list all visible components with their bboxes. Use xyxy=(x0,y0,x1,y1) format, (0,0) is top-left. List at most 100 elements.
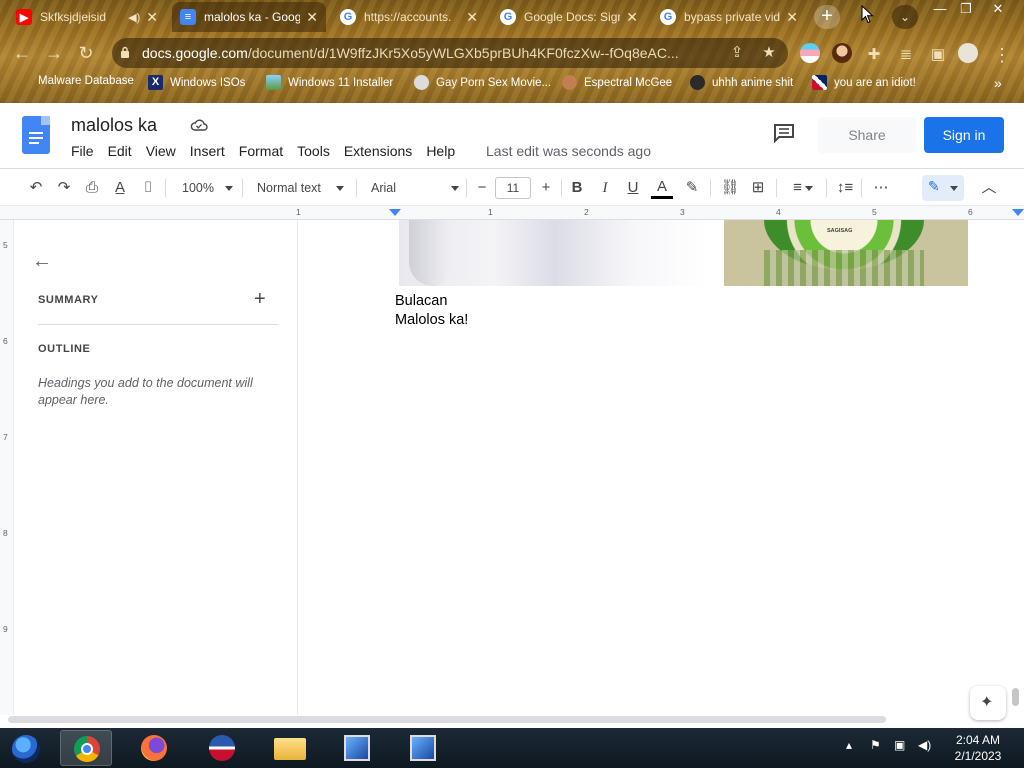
minimize-button[interactable]: — xyxy=(926,0,954,18)
left-indent-marker[interactable] xyxy=(389,209,401,216)
bold-button[interactable]: B xyxy=(566,177,588,199)
font-select[interactable]: Arial xyxy=(371,177,461,199)
zoom-select[interactable]: 100% xyxy=(182,177,234,199)
paint-format-icon[interactable]: ⌷ xyxy=(137,177,159,199)
cloud-saved-icon[interactable] xyxy=(190,118,208,132)
menu-file[interactable]: File xyxy=(71,143,94,159)
underline-button[interactable]: U xyxy=(622,177,644,199)
align-select-icon[interactable]: ≡ xyxy=(788,177,818,199)
close-icon[interactable]: ✕ xyxy=(146,9,158,26)
volume-icon[interactable]: ◀) xyxy=(918,738,931,752)
taskbar-firefox[interactable] xyxy=(128,730,180,766)
show-hidden-icons-icon[interactable]: ▴ xyxy=(846,738,852,752)
increase-font-size-button[interactable]: + xyxy=(535,177,557,199)
reload-button[interactable]: ↻ xyxy=(74,41,98,65)
share-button[interactable]: Share xyxy=(818,117,916,153)
tab-docs[interactable]: ≡ malolos ka - Google ✕ xyxy=(172,2,326,32)
bookmark-item[interactable]: Malware Database xyxy=(16,75,134,87)
last-edit-status[interactable]: Last edit was seconds ago xyxy=(486,143,651,159)
side-panel-icon[interactable]: ▣ xyxy=(926,43,950,67)
taskbar-chrome[interactable] xyxy=(60,730,112,766)
document-text-line[interactable]: Bulacan xyxy=(395,293,447,309)
menu-extensions[interactable]: Extensions xyxy=(344,143,412,159)
start-button[interactable] xyxy=(0,730,52,766)
horizontal-ruler[interactable]: 1 1 2 3 4 5 6 xyxy=(0,206,1024,220)
extensions-puzzle-icon[interactable]: ✚ xyxy=(862,43,886,67)
bookmark-item[interactable]: Gay Porn Sex Movie... xyxy=(414,75,551,90)
bookmark-item[interactable]: X Windows ISOs xyxy=(148,75,245,90)
print-icon[interactable]: ⎙ xyxy=(81,177,103,199)
close-icon[interactable]: ✕ xyxy=(786,9,798,26)
comment-history-icon[interactable] xyxy=(773,123,795,143)
extension-avatar-icon[interactable] xyxy=(832,43,852,63)
close-icon[interactable]: ✕ xyxy=(306,9,318,26)
redo-icon[interactable]: ↷ xyxy=(53,177,75,199)
font-size-input[interactable]: 11 xyxy=(495,177,531,199)
address-bar[interactable]: docs.google.com/document/d/1W9ffzJKr5Xo5… xyxy=(112,38,788,68)
network-icon[interactable]: ▣ xyxy=(894,738,905,752)
document-image-seal[interactable]: SAGISAG xyxy=(724,220,968,286)
explore-assistant-button[interactable]: ✦ xyxy=(970,686,1006,720)
share-page-icon[interactable]: ⇪ xyxy=(728,44,746,62)
text-color-button[interactable]: A xyxy=(651,177,673,199)
more-options-button[interactable]: ⋯ xyxy=(870,177,892,199)
italic-button[interactable]: I xyxy=(594,177,616,199)
media-control-icon[interactable]: ≣ xyxy=(894,43,918,67)
menu-tools[interactable]: Tools xyxy=(297,143,330,159)
menu-format[interactable]: Format xyxy=(239,143,283,159)
menu-insert[interactable]: Insert xyxy=(190,143,225,159)
undo-icon[interactable]: ↶ xyxy=(25,177,47,199)
document-canvas[interactable]: SAGISAG Bulacan Malolos ka! xyxy=(299,220,1013,715)
bookmark-item[interactable]: you are an idiot! xyxy=(812,75,916,90)
bookmark-item[interactable]: Windows 11 Installer xyxy=(266,75,393,90)
insert-link-icon[interactable]: ⛓ xyxy=(719,177,741,199)
style-select[interactable]: Normal text xyxy=(257,177,347,199)
back-button[interactable]: ← xyxy=(10,41,34,65)
menu-help[interactable]: Help xyxy=(426,143,455,159)
system-clock[interactable]: 2:04 AM 2/1/2023 xyxy=(940,732,1016,764)
chrome-menu-icon[interactable]: ⋮ xyxy=(990,43,1014,67)
document-text-line[interactable]: Malolos ka! xyxy=(395,312,468,328)
hide-menus-icon[interactable]: ︿ xyxy=(978,177,1000,199)
tab-docs-signin[interactable]: G Google Docs: Sign ✕ xyxy=(492,2,646,32)
tab-accounts[interactable]: G https://accounts. ✕ xyxy=(332,2,486,32)
more-bookmarks-button[interactable]: » xyxy=(994,75,1002,91)
close-window-button[interactable]: ✕ xyxy=(984,0,1012,18)
taskbar-edge[interactable] xyxy=(196,730,248,766)
bookmark-item[interactable]: Espectral McGee xyxy=(562,75,672,90)
right-indent-marker[interactable] xyxy=(1012,209,1024,216)
forward-button[interactable]: → xyxy=(42,41,66,65)
tab-bypass[interactable]: G bypass private vid ✕ xyxy=(652,2,806,32)
docs-logo-icon[interactable] xyxy=(22,116,50,154)
maximize-button[interactable]: ❐ xyxy=(952,0,980,18)
tab-search-button[interactable]: ⌄ xyxy=(892,5,918,29)
spellcheck-icon[interactable]: A̲ xyxy=(109,177,131,199)
vertical-scrollbar[interactable] xyxy=(1012,688,1019,706)
bookmark-item[interactable]: uhhh anime shit xyxy=(690,75,793,90)
bookmark-star-icon[interactable]: ★ xyxy=(760,44,778,62)
action-center-flag-icon[interactable]: ⚑ xyxy=(870,738,881,752)
new-tab-button[interactable]: + xyxy=(814,5,840,29)
add-comment-icon[interactable]: ⊞ xyxy=(747,177,769,199)
horizontal-scrollbar[interactable] xyxy=(8,716,886,723)
highlight-color-icon[interactable]: ✎ xyxy=(681,177,703,199)
close-icon[interactable]: ✕ xyxy=(626,9,638,26)
profile-avatar-icon[interactable] xyxy=(958,43,978,63)
add-summary-button[interactable]: + xyxy=(254,288,266,311)
taskbar-file-explorer[interactable] xyxy=(264,730,316,766)
menu-view[interactable]: View xyxy=(146,143,176,159)
taskbar-app-1[interactable] xyxy=(332,730,384,766)
tab-youtube[interactable]: ▶ Skfksjdjeisid ◀) ✕ xyxy=(8,2,166,32)
document-title[interactable]: malolos ka xyxy=(71,115,157,136)
line-spacing-icon[interactable]: ↕≡ xyxy=(834,177,856,199)
close-outline-arrow-icon[interactable]: ← xyxy=(32,250,52,273)
sign-in-button[interactable]: Sign in xyxy=(924,117,1004,153)
decrease-font-size-button[interactable]: − xyxy=(471,177,493,199)
extension-flag-icon[interactable] xyxy=(800,43,820,63)
editing-mode-button[interactable]: ✎ xyxy=(922,175,964,201)
speaker-icon[interactable]: ◀) xyxy=(128,11,140,24)
close-icon[interactable]: ✕ xyxy=(466,9,478,26)
menu-edit[interactable]: Edit xyxy=(108,143,132,159)
taskbar-app-2[interactable] xyxy=(398,730,450,766)
document-image[interactable] xyxy=(399,220,711,286)
